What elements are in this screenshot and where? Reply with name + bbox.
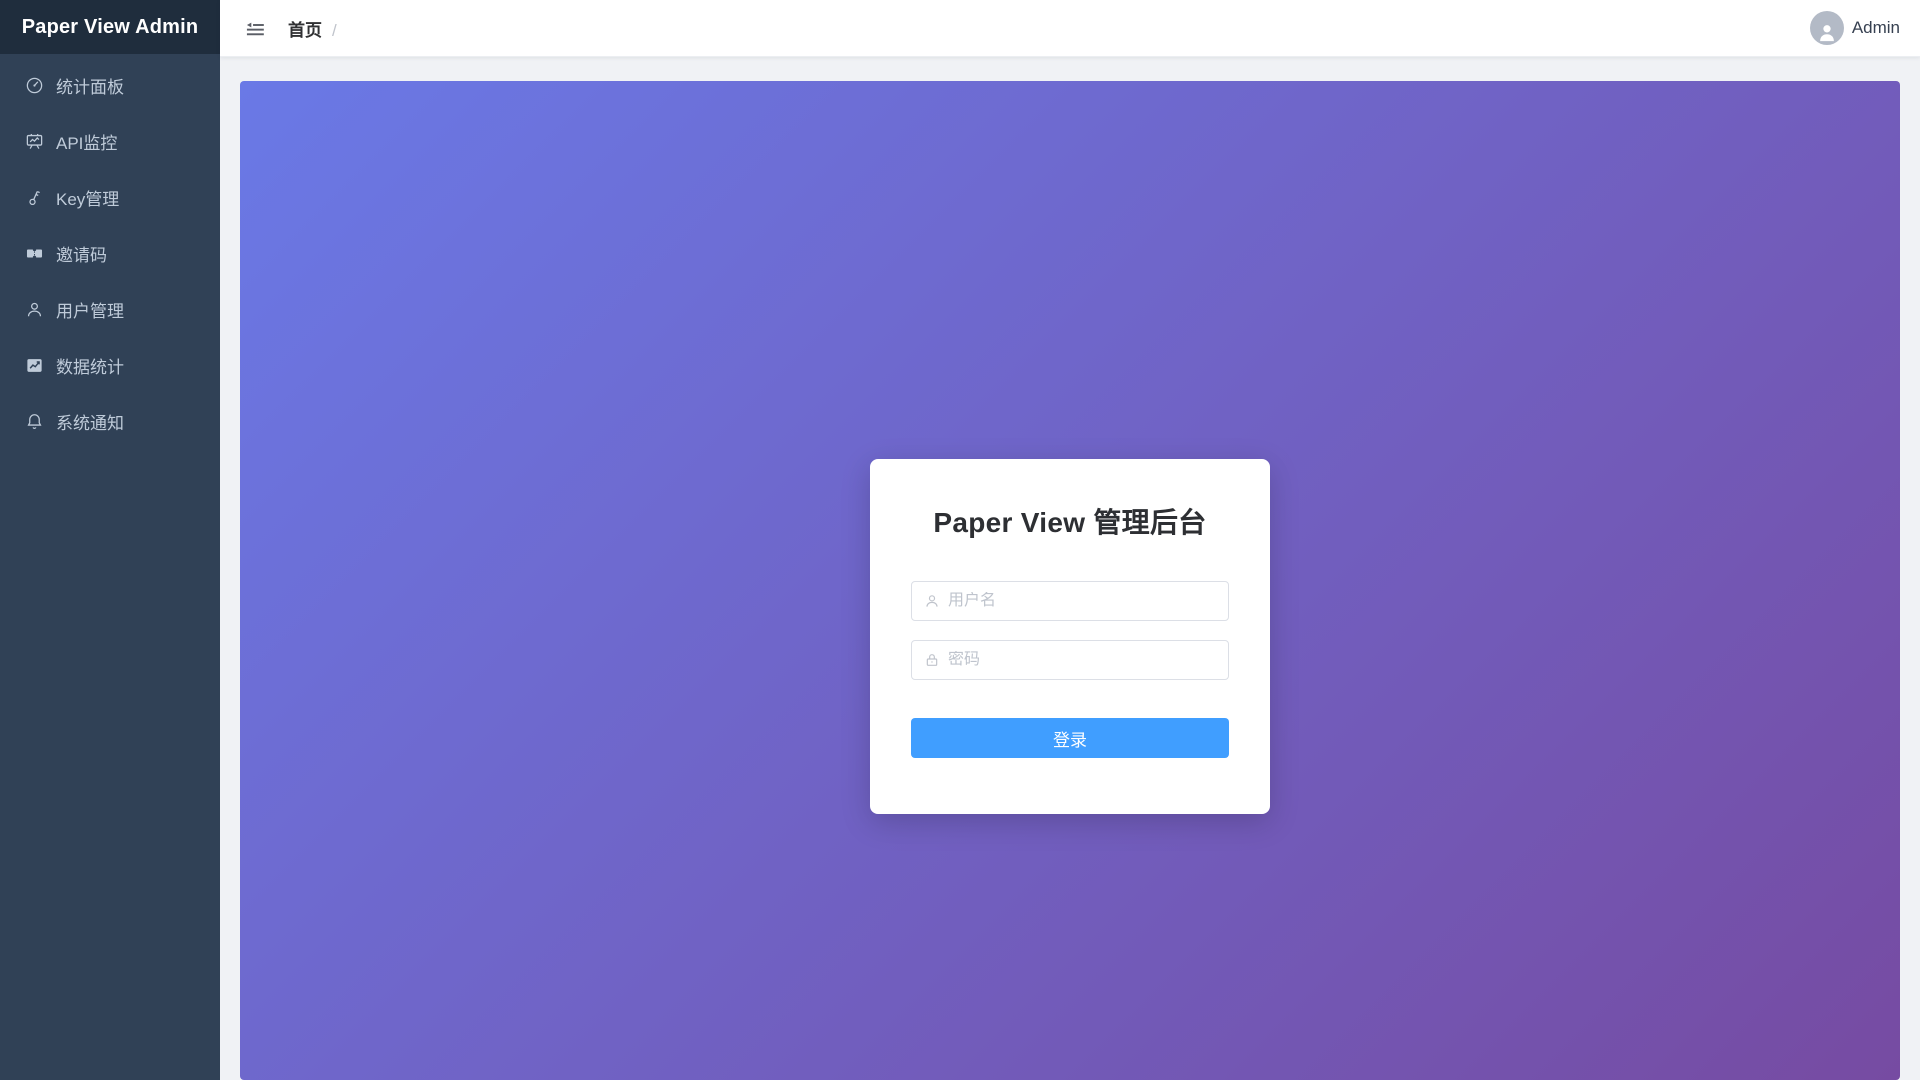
login-card: Paper View 管理后台 用户名 登录 [870, 459, 1270, 814]
key-icon [25, 188, 44, 207]
breadcrumb-home[interactable]: 首页 [288, 16, 322, 41]
password-input[interactable] [948, 651, 1216, 669]
ticket-icon [25, 244, 44, 263]
username-field-wrapper [911, 581, 1229, 621]
breadcrumb-separator: / [332, 20, 337, 40]
main-pane: 首页 / Admin Paper View 管理后台 用户名 登录 [220, 0, 1920, 1080]
sidebar-item-label: 统计面板 [56, 77, 124, 97]
breadcrumb: 首页 / [288, 16, 337, 41]
user-input-icon [924, 593, 940, 609]
gradient-background: Paper View 管理后台 用户名 登录 [240, 81, 1900, 1080]
sidebar-item-label: 系统通知 [56, 413, 124, 433]
sidebar-item-user-manage[interactable]: 用户管理 [0, 281, 220, 337]
fold-icon [246, 22, 264, 35]
user-icon [25, 300, 44, 319]
topbar: 首页 / Admin [220, 0, 1920, 57]
bell-icon [25, 412, 44, 431]
chart-icon [25, 356, 44, 375]
sidebar-item-system-notice[interactable]: 系统通知 [0, 393, 220, 449]
app-logo: Paper View Admin [0, 0, 220, 54]
sidebar: Paper View Admin 统计面板 API监控 Key管理 邀请码 用户… [0, 0, 220, 1080]
sidebar-item-label: 数据统计 [56, 357, 124, 377]
sidebar-item-data-stats[interactable]: 数据统计 [0, 337, 220, 393]
username-input[interactable] [948, 592, 1216, 610]
user-avatar-icon [1819, 25, 1834, 42]
user-menu[interactable]: Admin [1809, 11, 1900, 45]
dashboard-icon [25, 76, 44, 95]
app-main: Paper View 管理后台 用户名 登录 [240, 81, 1900, 1080]
password-field-wrapper [911, 640, 1229, 680]
sidebar-item-label: 用户管理 [56, 301, 124, 321]
sidebar-item-invite-code[interactable]: 邀请码 [0, 225, 220, 281]
login-button[interactable]: 登录 [911, 718, 1229, 758]
sidebar-item-key-manage[interactable]: Key管理 [0, 169, 220, 225]
app-title: Paper View Admin [21, 15, 199, 38]
sidebar-menu: 统计面板 API监控 Key管理 邀请码 用户管理 数据统计 系统通知 [0, 54, 220, 449]
login-title: Paper View 管理后台 [933, 507, 1207, 538]
sidebar-item-dashboard[interactable]: 统计面板 [0, 57, 220, 113]
sidebar-item-label: Key管理 [56, 189, 120, 209]
sidebar-item-api-monitor[interactable]: API监控 [0, 113, 220, 169]
monitor-icon [25, 132, 44, 151]
sidebar-fold-button[interactable] [242, 15, 268, 41]
sidebar-item-label: 邀请码 [56, 245, 107, 265]
lock-icon [924, 652, 940, 668]
username-label: Admin [1851, 18, 1900, 37]
sidebar-item-label: API监控 [56, 133, 118, 153]
avatar [1809, 11, 1844, 45]
